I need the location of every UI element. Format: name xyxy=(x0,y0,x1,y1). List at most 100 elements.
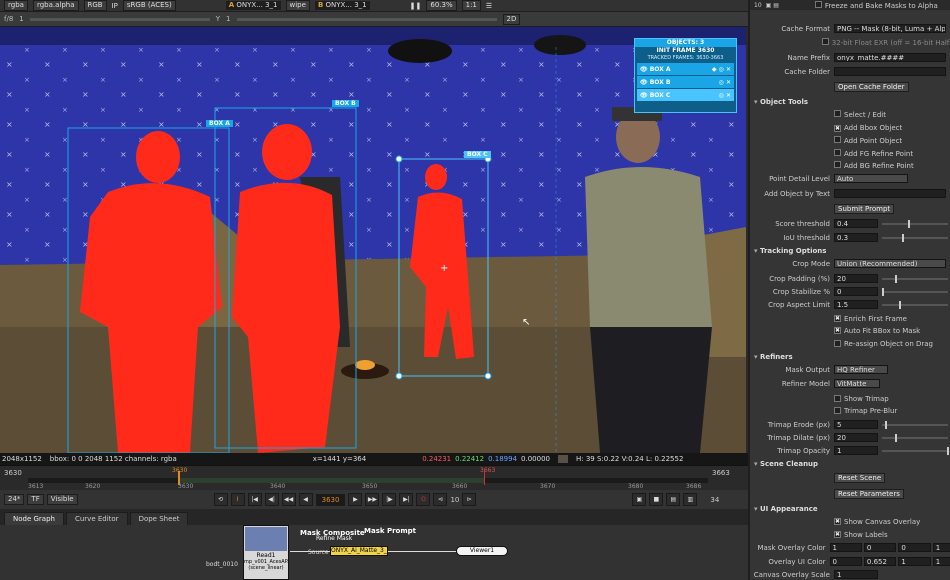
pause-icon[interactable]: ❚❚ xyxy=(410,2,422,10)
node-graph[interactable]: Read1 mp_v001_AcesAP.3630.exr (scene_lin… xyxy=(0,525,748,580)
add-by-text-field[interactable] xyxy=(834,189,946,198)
trimap-opacity-slider[interactable] xyxy=(882,446,949,455)
freeze-checkbox[interactable] xyxy=(814,0,822,8)
colorspace-dropdown[interactable]: sRGB (ACES) xyxy=(122,0,176,11)
stop-icon[interactable]: ■ xyxy=(649,493,664,506)
scene-cleanup-section[interactable]: Scene Cleanup xyxy=(750,460,818,468)
point-detail-dropdown[interactable]: Auto xyxy=(834,174,908,183)
settings-icon[interactable]: ▥ xyxy=(683,493,698,506)
trimap-erode-slider[interactable] xyxy=(882,420,948,429)
in-point-icon[interactable]: I xyxy=(230,493,245,506)
tool-add-point[interactable]: Add Point Object xyxy=(834,136,902,145)
target-icon[interactable]: ◎ xyxy=(719,92,724,99)
open-cache-folder-button[interactable]: Open Cache Folder xyxy=(834,81,909,92)
eye-icon[interactable]: 👁 xyxy=(640,79,648,86)
tool-add-bbox[interactable]: ✖ Add Bbox Object xyxy=(834,124,902,132)
onyx-node[interactable]: ONYX_Ai_Matte_3_1 xyxy=(330,546,388,556)
crop-aspect-slider[interactable] xyxy=(882,300,948,309)
view-mode-dropdown[interactable]: 2D xyxy=(502,13,521,25)
step-forward-increment-icon[interactable]: ⊳ xyxy=(462,493,477,506)
gamma-slider[interactable] xyxy=(236,17,497,21)
tracking-options-section[interactable]: Tracking Options xyxy=(750,247,826,255)
tool-add-fg-refine[interactable]: Add FG Refine Point xyxy=(834,149,913,158)
layer-dropdown[interactable]: rgba.alpha xyxy=(32,0,79,11)
cache-format-dropdown[interactable]: PNG -- Mask (8-bit, Luma + Alpha) xyxy=(834,24,946,33)
reset-parameters-button[interactable]: Reset Parameters xyxy=(834,488,904,499)
ui-appearance-section[interactable]: UI Appearance xyxy=(750,505,818,513)
end-frame-field[interactable]: 34 xyxy=(710,496,719,504)
current-frame-field[interactable]: 3630 xyxy=(315,493,346,506)
wipe-dropdown[interactable]: wipe xyxy=(285,0,310,11)
eye-icon[interactable]: 👁 xyxy=(640,92,648,99)
reassign-checkbox[interactable] xyxy=(834,340,841,347)
refiners-section[interactable]: Refiners xyxy=(750,353,793,361)
prev-keyframe-icon[interactable]: ◀| xyxy=(264,493,279,506)
crop-stabilize-slider[interactable] xyxy=(882,287,948,296)
frame-display[interactable]: f/8 xyxy=(4,15,13,23)
trimap-dilate-field[interactable]: 20 xyxy=(834,433,878,442)
autofit-checkbox[interactable]: ✖ xyxy=(834,327,841,334)
channels-dropdown[interactable]: rgba xyxy=(4,0,28,11)
overflow-icon[interactable]: ☰ xyxy=(486,2,492,10)
mask-overlay-g[interactable]: 0 xyxy=(863,543,897,552)
canvas-overlay-scale-field[interactable]: 1 xyxy=(834,570,878,579)
mask-overlay-r[interactable]: 1 xyxy=(829,543,862,552)
overlay-row-box-a[interactable]: 👁 BOX A ◆ ◎ ✕ xyxy=(637,63,734,75)
submit-prompt-button[interactable]: Submit Prompt xyxy=(834,203,895,214)
out-point-icon[interactable]: O xyxy=(416,493,431,506)
name-prefix-field[interactable]: onyx_matte.#### xyxy=(834,53,946,62)
tool-add-bg-refine[interactable]: Add BG Refine Point xyxy=(834,161,914,170)
close-icon[interactable]: ✕ xyxy=(726,66,731,73)
overlay-row-box-b[interactable]: 👁 BOX B ◎ ✕ xyxy=(637,76,734,88)
input-a-selector[interactable]: A ONYX... 3_1 xyxy=(225,1,281,10)
visible-dropdown[interactable]: Visible xyxy=(46,494,78,505)
step-increment[interactable]: 10 xyxy=(450,496,459,504)
float-exr-checkbox[interactable] xyxy=(821,38,829,45)
target-icon[interactable]: ◆ ◎ xyxy=(712,66,724,73)
timeline[interactable]: 3630 3663 3630 3663 3613 3620 3630 3640 … xyxy=(0,465,748,490)
fps-dropdown[interactable]: 24* xyxy=(4,494,25,505)
last-frame-icon[interactable]: ▶| xyxy=(399,493,414,506)
record-icon[interactable]: ▣ xyxy=(632,493,647,506)
target-icon[interactable]: ◎ xyxy=(719,79,724,86)
reset-scene-button[interactable]: Reset Scene xyxy=(834,472,886,483)
gain-value[interactable]: 1 xyxy=(19,15,23,23)
overlay-ui-r[interactable]: 0 xyxy=(829,557,862,566)
iou-threshold-slider[interactable] xyxy=(882,233,948,242)
tab-curve-editor[interactable]: Curve Editor xyxy=(65,512,128,525)
first-frame-icon[interactable]: |◀ xyxy=(247,493,262,506)
timeline-start[interactable]: 3630 xyxy=(4,469,22,477)
next-keyframe-icon[interactable]: |▶ xyxy=(382,493,397,506)
crop-stabilize-field[interactable]: 0 xyxy=(834,287,878,296)
tool-select-edit[interactable]: Select / Edit xyxy=(834,110,886,119)
ratio-dropdown[interactable]: 1:1 xyxy=(461,0,481,11)
gamma-value[interactable]: 1 xyxy=(226,15,230,23)
viewer-canvas[interactable]: × × xyxy=(0,27,746,453)
play-forward-icon[interactable]: ▶ xyxy=(348,493,363,506)
iou-threshold-field[interactable]: 0.3 xyxy=(834,233,878,242)
input-b-selector[interactable]: B ONYX... 3_1 xyxy=(314,1,370,10)
loop-icon[interactable]: ⟲ xyxy=(213,493,228,506)
score-threshold-field[interactable]: 0.4 xyxy=(834,219,878,228)
object-tools-section[interactable]: Object Tools xyxy=(750,98,808,106)
close-icon[interactable]: ✕ xyxy=(726,79,731,86)
y-toggle[interactable]: Y xyxy=(216,15,220,23)
zoom-dropdown[interactable]: 60.3% xyxy=(426,0,457,11)
tab-dope-sheet[interactable]: Dope Sheet xyxy=(129,512,189,525)
step-forward-icon[interactable]: ▶▶ xyxy=(365,493,380,506)
mask-overlay-b[interactable]: 0 xyxy=(898,543,931,552)
refiner-model-dropdown[interactable]: VitMatte xyxy=(834,379,880,388)
crop-padding-field[interactable]: 20 xyxy=(834,274,878,283)
overlay-ui-a[interactable]: 1 xyxy=(932,557,950,566)
tf-dropdown[interactable]: TF xyxy=(27,494,44,505)
timeline-end[interactable]: 3663 xyxy=(712,469,730,477)
overlay-ui-b[interactable]: 1 xyxy=(898,557,931,566)
display-mode-dropdown[interactable]: RGB xyxy=(83,0,107,11)
cache-folder-field[interactable] xyxy=(834,67,946,76)
mask-output-dropdown[interactable]: HQ Refiner xyxy=(834,365,888,374)
enrich-checkbox[interactable]: ✖ xyxy=(834,315,841,322)
score-threshold-slider[interactable] xyxy=(882,219,948,228)
gain-slider[interactable] xyxy=(29,17,210,21)
close-icon[interactable]: ✕ xyxy=(726,92,731,99)
crop-padding-slider[interactable] xyxy=(882,274,948,283)
